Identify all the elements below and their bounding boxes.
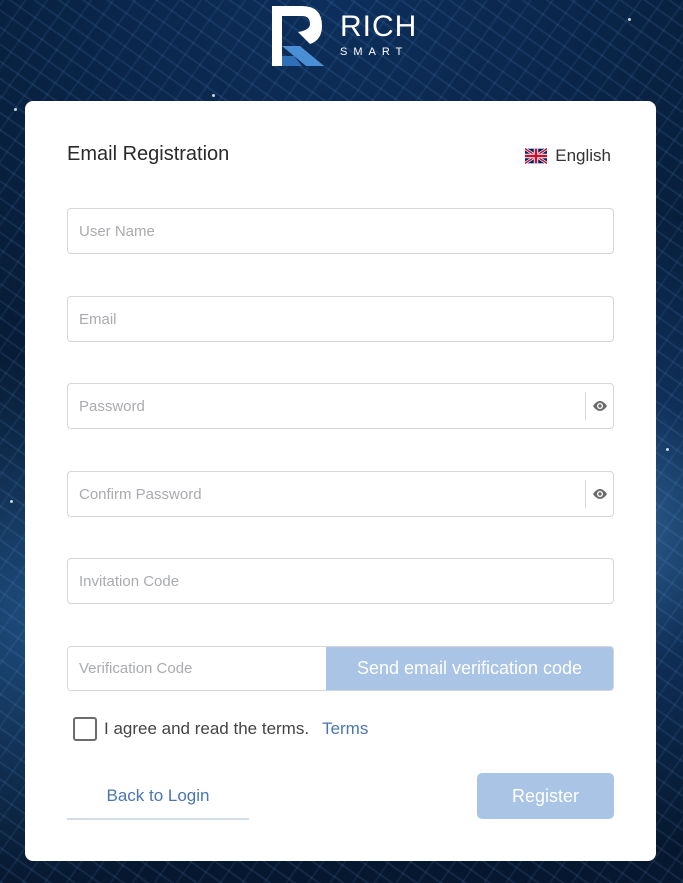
agree-terms-label: I agree and read the terms. [104,719,310,738]
back-to-login-link[interactable]: Back to Login [67,773,249,820]
invitation-code-input[interactable] [68,559,613,603]
language-label: English [555,146,611,165]
brand-logo: RICH SMART [268,2,418,68]
terms-agreement: I agree and read the terms. Terms [73,717,368,741]
uk-flag-icon [525,148,548,164]
star-decoration [666,448,669,451]
star-decoration [10,500,13,503]
verification-code-input[interactable] [68,647,326,690]
show-password-icon[interactable] [585,392,613,420]
confirm-password-input[interactable] [68,472,613,516]
star-decoration [212,94,215,97]
logo-mark-icon [272,6,324,66]
star-decoration [628,18,631,21]
invitation-code-field [67,558,614,604]
star-decoration [14,108,17,111]
username-field [67,208,614,254]
password-input[interactable] [68,384,613,428]
registration-card: Email Registration English User Name Ema… [25,101,656,861]
password-field [67,383,614,429]
email-input[interactable] [68,297,613,341]
register-button[interactable]: Register [477,773,614,819]
email-field [67,296,614,342]
show-confirm-password-icon[interactable] [585,480,613,508]
brand-subname: SMART [340,46,409,58]
language-selector[interactable]: English [525,146,611,166]
brand-name: RICH [340,10,418,43]
verification-group: Send email verification code [67,646,614,691]
send-verification-code-button[interactable]: Send email verification code [326,647,613,690]
page-title: Email Registration [67,143,230,165]
confirm-password-field [67,471,614,517]
terms-link[interactable]: Terms [322,719,368,739]
username-input[interactable] [68,209,613,253]
agree-terms-checkbox[interactable] [73,717,97,741]
